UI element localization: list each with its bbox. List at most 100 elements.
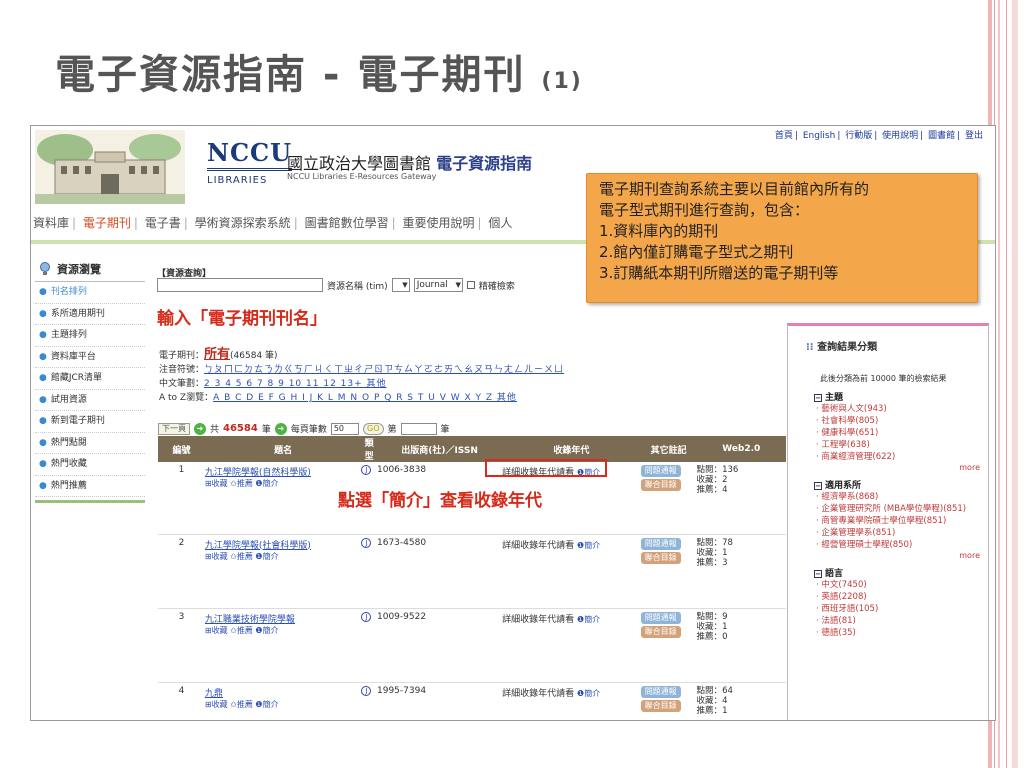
report-issue-button[interactable]: 問題通報 [640, 611, 681, 624]
union-catalog-button[interactable]: 聯合目錄 [640, 479, 681, 491]
facet-item[interactable]: · 企業管理學系(851) [816, 527, 988, 539]
sidebar-item-hot-collects[interactable]: ● 熱門收藏 [35, 454, 145, 476]
intro-link[interactable]: 簡介 [263, 552, 279, 561]
toplink-mobile[interactable]: 行動版 [845, 131, 872, 141]
years-intro-link[interactable]: 簡介 [584, 615, 600, 624]
nccu-logo[interactable]: NCCU LIBRARIES [207, 138, 293, 186]
search-field-select[interactable] [391, 278, 410, 292]
sidebar-item-department[interactable]: ● 系所適用期刊 [35, 304, 145, 325]
report-issue-button[interactable]: 問題通報 [640, 685, 681, 698]
toplink-english[interactable]: English [803, 131, 836, 141]
intro-link[interactable]: 簡介 [263, 626, 279, 635]
az-links[interactable]: A B C D E F G H I J K L M N O P Q R S T … [213, 393, 517, 403]
toplink-library[interactable]: 圖書館 [928, 131, 955, 141]
sidebar-item-trial[interactable]: ● 試用資源 [35, 390, 145, 411]
go-button[interactable]: GO [363, 422, 384, 435]
facet-item[interactable]: · 法語(81) [816, 615, 988, 627]
facet-group-language[interactable]: − 語言 [814, 566, 988, 579]
intro-link[interactable]: 簡介 [263, 700, 279, 709]
all-link[interactable]: 所有 [204, 347, 230, 362]
facet-item[interactable]: · 經濟學系(868) [816, 491, 988, 503]
sidebar-item-jcr[interactable]: ● 館藏JCR清單 [35, 368, 145, 390]
facet-item[interactable]: · 經營管理碩士學程(850) [816, 539, 988, 551]
zhuyin-label: 注音符號： [159, 365, 205, 375]
exact-search-checkbox[interactable] [466, 281, 475, 289]
col-header-title[interactable]: 題名 [204, 436, 362, 462]
sidebar-item-platform[interactable]: ● 資料庫平台 [35, 347, 145, 368]
report-issue-button[interactable]: 問題通報 [640, 537, 681, 550]
sidebar-item-subject[interactable]: ● 主題排列 [35, 325, 145, 347]
facet-item[interactable]: · 商業經濟管理(622) [816, 451, 988, 463]
journal-title-link[interactable]: 九江學院學報(自然科學版) [205, 468, 311, 478]
row-actions: ⊞收藏 ✩推薦 ❶簡介 [204, 479, 279, 488]
stroke-label: 中文筆劃： [159, 379, 205, 389]
page-input[interactable] [400, 422, 437, 435]
years-text: 詳細收錄年代請看 [502, 540, 575, 551]
collect-link[interactable]: 收藏 [212, 626, 228, 635]
collect-link[interactable]: 收藏 [212, 479, 228, 488]
facet-item[interactable]: · 社會科學(805) [816, 415, 988, 427]
facet-item[interactable]: · 西班牙語(105) [816, 603, 988, 615]
nav-ebooks[interactable]: 電子書 [145, 216, 181, 230]
recommend-link[interactable]: 推薦 [237, 700, 253, 709]
more-link[interactable]: more [788, 463, 988, 472]
facet-group-subject[interactable]: − 主題 [814, 390, 988, 403]
facet-item[interactable]: · 健康科學(651) [816, 427, 988, 439]
facet-item[interactable]: · 商管專業學院碩士學位學程(851) [816, 515, 988, 527]
facet-item[interactable]: · 企業管理研究所 (MBA學位學程)(851) [816, 503, 988, 515]
sidebar-item-hot-recs[interactable]: ● 熱門推薦 [35, 476, 145, 497]
recommend-link[interactable]: 推薦 [237, 479, 253, 488]
report-issue-button[interactable]: 問題通報 [640, 465, 681, 477]
collect-link[interactable]: 收藏 [212, 552, 228, 561]
union-catalog-button[interactable]: 聯合目錄 [640, 551, 681, 564]
sidebar-title-text: 資源瀏覽 [57, 262, 101, 276]
journal-title-link[interactable]: 九江職業技術學院學報 [205, 615, 295, 625]
intro-link[interactable]: 簡介 [263, 479, 279, 488]
col-header-no[interactable]: 編號 [158, 436, 205, 462]
stroke-links[interactable]: 2 3 4 5 6 7 8 9 10 11 12 13+ 其他 [204, 379, 387, 389]
facet-item[interactable]: · 德語(35) [816, 627, 988, 639]
more-link[interactable]: more [788, 551, 988, 560]
resource-type-select[interactable]: Journal [413, 278, 463, 292]
col-header-web2[interactable]: Web2.0 [696, 436, 786, 462]
years-intro-link[interactable]: 簡介 [584, 541, 600, 550]
search-input[interactable] [157, 278, 323, 292]
zhuyin-links[interactable]: ㄅㄆㄇㄈㄉㄊㄋㄌㄍㄎㄏㄐㄑㄒㄓㄔㄕㄖㄗㄘㄙㄚㄛㄜㄞㄟㄠㄡㄢㄣㄤㄥㄦㄧㄨㄩ [204, 365, 564, 375]
facet-item[interactable]: · 英語(2208) [816, 591, 988, 603]
col-header-type[interactable]: 類型 [361, 436, 377, 462]
nav-usage-notes[interactable]: 重要使用說明 [402, 216, 474, 230]
union-catalog-button[interactable]: 聯合目錄 [640, 625, 681, 638]
sidebar-item-hot-views[interactable]: ● 熱門點閱 [35, 433, 145, 454]
nav-discovery[interactable]: 學術資源探索系統 [195, 216, 291, 230]
browse-links: 電子期刊：所有(46584 筆) 注音符號：ㄅㄆㄇㄈㄉㄊㄋㄌㄍㄎㄏㄐㄑㄒㄓㄔㄕㄖ… [159, 348, 564, 405]
facet-item[interactable]: · 中文(7450) [816, 579, 988, 591]
collect-link[interactable]: 收藏 [212, 700, 228, 709]
nav-ejournals[interactable]: 電子期刊 [83, 216, 131, 230]
col-header-publisher[interactable]: 出版商(社)／ISSN [377, 436, 503, 462]
facet-group-department[interactable]: − 適用系所 [814, 478, 988, 491]
sidebar-item-new[interactable]: ● 新到電子期刊 [35, 411, 145, 433]
journal-title-link[interactable]: 九鼎 [205, 689, 223, 699]
per-page-select[interactable]: 50 [330, 422, 360, 435]
all-count: (46584 筆) [230, 351, 278, 361]
union-catalog-button[interactable]: 聯合目錄 [640, 699, 681, 712]
table-row: 2 九江學院學報(社會科學版) ⊞收藏 ✩推薦 ❶簡介 J 1673-4580 … [158, 534, 786, 609]
next-page-button[interactable]: 下一頁 [158, 422, 190, 435]
nav-personal[interactable]: 個人 [488, 216, 512, 230]
facet-item[interactable]: · 工程學(638) [816, 439, 988, 451]
recommend-link[interactable]: 推薦 [237, 626, 253, 635]
years-text: 詳細收錄年代請看 [502, 688, 575, 699]
sidebar-item-title-list[interactable]: ● 刊名排列 [35, 282, 145, 304]
recommend-link[interactable]: 推薦 [237, 552, 253, 561]
col-header-notes[interactable]: 其它註記 [640, 436, 697, 462]
nav-databases[interactable]: 資料庫 [33, 216, 69, 230]
toplink-home[interactable]: 首頁 [775, 131, 793, 141]
journal-title-link[interactable]: 九江學院學報(社會科學版) [205, 541, 311, 551]
web2-stats: 點閱：64 收藏：4 推薦：1 [696, 682, 786, 720]
years-intro-link[interactable]: 簡介 [584, 689, 600, 698]
toplink-logout[interactable]: 登出 [965, 131, 983, 141]
facet-item[interactable]: · 藝術與人文(943) [816, 403, 988, 415]
toplink-help[interactable]: 使用說明 [882, 131, 918, 141]
intro-highlight-box [485, 459, 607, 477]
nav-elearning[interactable]: 圖書館數位學習 [305, 216, 389, 230]
